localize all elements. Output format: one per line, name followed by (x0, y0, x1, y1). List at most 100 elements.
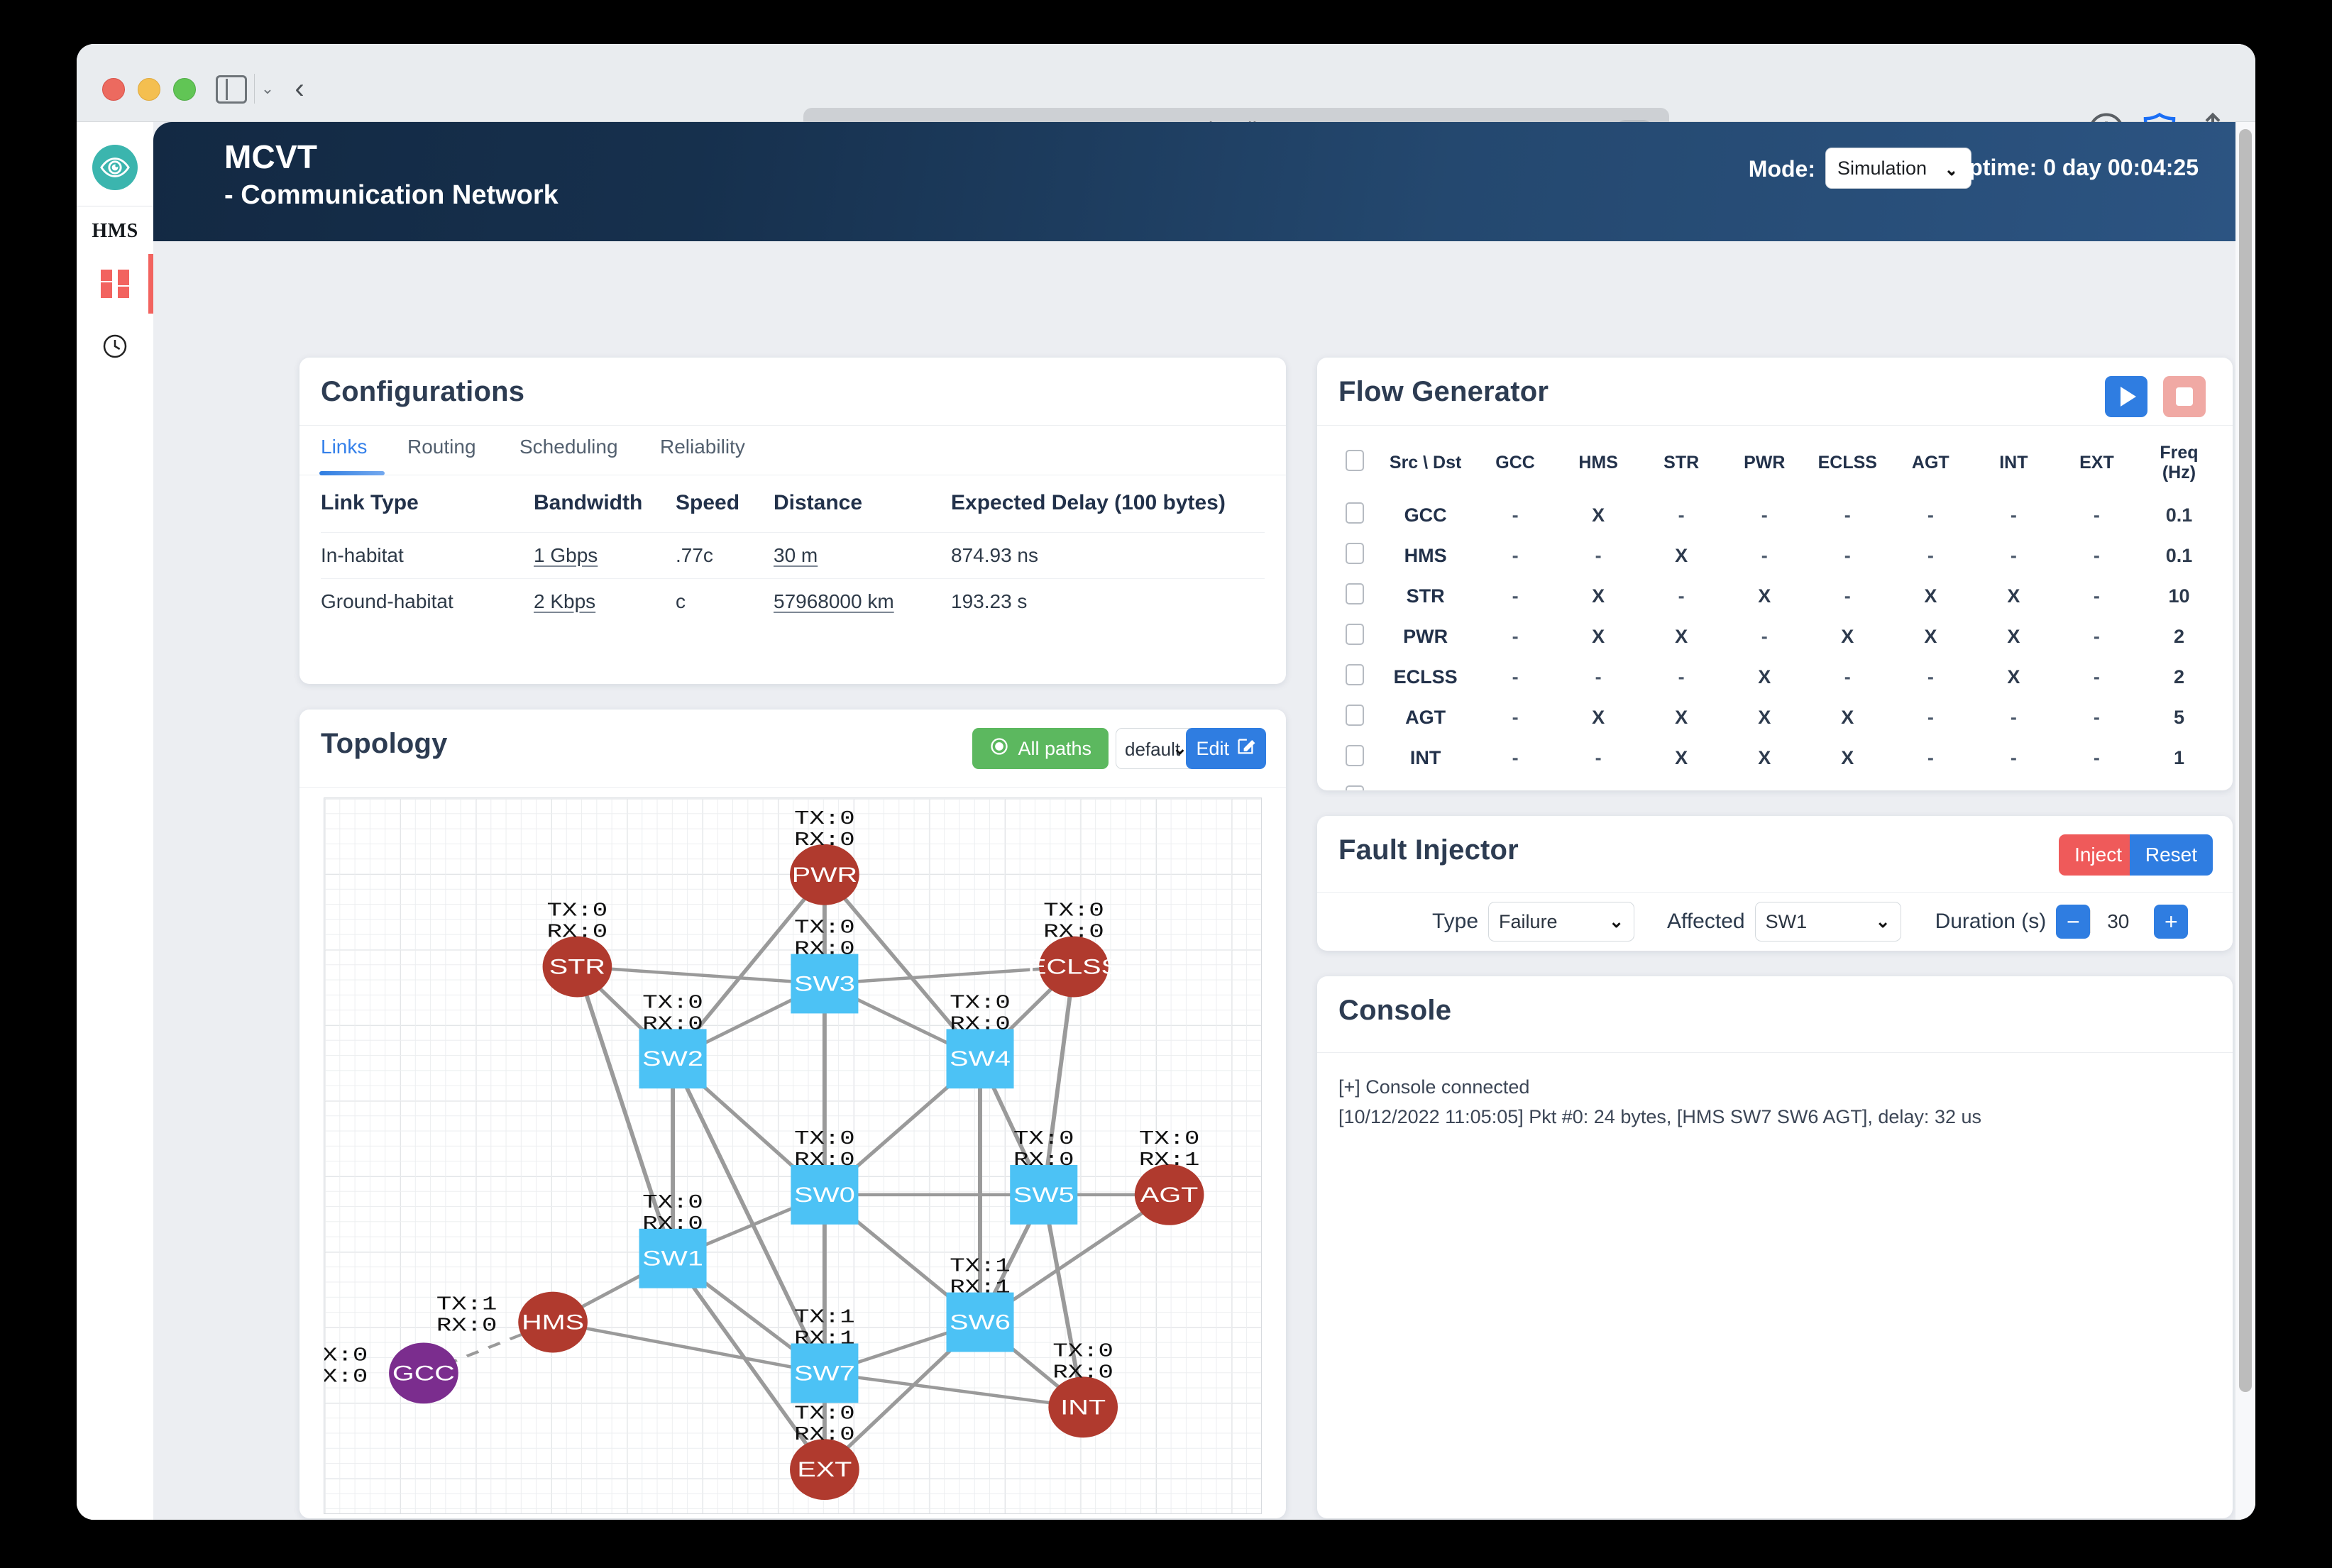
play-button[interactable] (2105, 376, 2147, 417)
cell-str-eclss[interactable]: - (1806, 576, 1889, 617)
cell-eclss-int[interactable]: X (1972, 657, 2055, 697)
cell-pwr-gcc[interactable]: - (1474, 617, 1557, 657)
sidebar-item-history[interactable] (77, 319, 153, 376)
cell-pwr-pwr[interactable]: - (1723, 617, 1806, 657)
cell-gcc-hms[interactable]: X (1557, 495, 1640, 536)
topology-node-SW2[interactable]: SW2 TX:0RX:0 (639, 993, 707, 1089)
cell-int-str[interactable]: X (1640, 738, 1723, 778)
cell-gcc-gcc[interactable]: - (1474, 495, 1557, 536)
cell-gcc-pwr[interactable]: - (1723, 495, 1806, 536)
row-checkbox-hms[interactable] (1346, 543, 1365, 564)
select-all-checkbox[interactable] (1346, 450, 1365, 471)
cell-str-ext[interactable]: - (2055, 576, 2138, 617)
cell-pwr-int[interactable]: X (1972, 617, 2055, 657)
cell-str-int[interactable]: X (1972, 576, 2055, 617)
cell-gcc-int[interactable]: - (1972, 495, 2055, 536)
duration-increment-button[interactable]: + (2154, 905, 2189, 939)
cell-str-hms[interactable]: X (1557, 576, 1640, 617)
cell-agt-str[interactable]: X (1640, 697, 1723, 738)
cell-eclss-agt[interactable]: - (1889, 657, 1972, 697)
cell-pwr-hms[interactable]: X (1557, 617, 1640, 657)
topology-node-STR[interactable]: STR TX:0RX:0 (542, 900, 612, 998)
cell-int-ext[interactable]: - (2055, 738, 2138, 778)
cell-agt-agt[interactable]: - (1889, 697, 1972, 738)
cell-hms-eclss[interactable]: - (1806, 536, 1889, 576)
row-checkbox-agt[interactable] (1346, 705, 1365, 726)
cell-eclss-eclss[interactable]: - (1806, 657, 1889, 697)
cell-eclss-pwr[interactable]: X (1723, 657, 1806, 697)
cell-int-agt[interactable]: - (1889, 738, 1972, 778)
topology-node-SW7[interactable]: SW7 TX:1RX:1 (791, 1307, 859, 1403)
cell-bandwidth[interactable]: 1 Gbps (534, 532, 676, 579)
sidebar-toggle-icon[interactable] (216, 75, 247, 104)
close-window-button[interactable] (102, 78, 125, 101)
cell-pwr-str[interactable]: X (1640, 617, 1723, 657)
cell-agt-eclss[interactable]: X (1806, 697, 1889, 738)
reset-button[interactable]: Reset (2129, 834, 2213, 876)
cell-hms-hms[interactable]: - (1557, 536, 1640, 576)
tab-routing[interactable]: Routing (407, 436, 476, 458)
topology-node-INT[interactable]: INT TX:0RX:0 (1048, 1341, 1118, 1438)
mode-select[interactable]: Simulation ⌄ (1825, 148, 1971, 189)
cell-ext-str[interactable]: X (1640, 778, 1723, 790)
topology-node-SW0[interactable]: SW0 TX:0RX:0 (791, 1129, 859, 1225)
duration-value[interactable]: 30 (2090, 910, 2145, 933)
row-checkbox-pwr[interactable] (1346, 624, 1365, 645)
chevron-down-icon[interactable]: ⌄ (260, 81, 275, 96)
cell-pwr-ext[interactable]: - (2055, 617, 2138, 657)
row-checkbox-eclss[interactable] (1346, 664, 1365, 685)
topology-link-SW7-INT[interactable] (824, 1371, 1084, 1409)
cell-agt-ext[interactable]: - (2055, 697, 2138, 738)
all-paths-button[interactable]: All paths (972, 728, 1109, 769)
fault-affected-select[interactable]: SW1 ⌄ (1754, 902, 1901, 942)
topology-node-PWR[interactable]: PWR TX:0RX:0 (790, 809, 859, 905)
cell-int-pwr[interactable]: X (1723, 738, 1806, 778)
cell-eclss-hms[interactable]: - (1557, 657, 1640, 697)
cell-str-gcc[interactable]: - (1474, 576, 1557, 617)
topology-node-ECLSS[interactable]: ECLSS TX:0RX:0 (1028, 900, 1120, 998)
topology-node-HMS[interactable]: HMS TX:1RX:0 (436, 1291, 588, 1353)
topology-link-HMS-SW7[interactable] (552, 1320, 825, 1375)
cell-eclss-ext[interactable]: - (2055, 657, 2138, 697)
cell-gcc-str[interactable]: - (1640, 495, 1723, 536)
row-checkbox-int[interactable] (1346, 745, 1365, 766)
minimize-window-button[interactable] (138, 78, 160, 101)
topology-node-SW3[interactable]: SW3 TX:0RX:0 (791, 917, 859, 1014)
inject-button[interactable]: Inject (2059, 834, 2138, 876)
cell-int-hms[interactable]: - (1557, 738, 1640, 778)
cell-pwr-eclss[interactable]: X (1806, 617, 1889, 657)
tab-scheduling[interactable]: Scheduling (519, 436, 618, 458)
cell-hms-pwr[interactable]: - (1723, 536, 1806, 576)
cell-hms-agt[interactable]: - (1889, 536, 1972, 576)
cell-int-eclss[interactable]: X (1806, 738, 1889, 778)
topology-node-GCC[interactable]: GCC TX:0RX:0 (324, 1342, 458, 1404)
console-output[interactable]: [+] Console connected [10/12/2022 11:05:… (1317, 1053, 2233, 1518)
cell-hms-str[interactable]: X (1640, 536, 1723, 576)
cell-pwr-agt[interactable]: X (1889, 617, 1972, 657)
cell-ext-eclss[interactable]: X (1806, 778, 1889, 790)
cell-str-pwr[interactable]: X (1723, 576, 1806, 617)
row-checkbox-str[interactable] (1346, 583, 1365, 604)
topology-node-EXT[interactable]: EXT TX:0RX:0 (790, 1403, 859, 1501)
maximize-window-button[interactable] (173, 78, 196, 101)
scrollbar-thumb[interactable] (2239, 129, 2252, 1392)
tab-reliability[interactable]: Reliability (660, 436, 745, 458)
fault-type-select[interactable]: Failure ⌄ (1488, 902, 1635, 942)
cell-eclss-str[interactable]: - (1640, 657, 1723, 697)
cell-ext-pwr[interactable]: X (1723, 778, 1806, 790)
cell-ext-hms[interactable]: - (1557, 778, 1640, 790)
cell-eclss-gcc[interactable]: - (1474, 657, 1557, 697)
duration-decrement-button[interactable]: − (2056, 905, 2091, 939)
cell-bandwidth[interactable]: 2 Kbps (534, 578, 676, 624)
tab-links[interactable]: Links (321, 436, 367, 458)
cell-ext-agt[interactable]: - (1889, 778, 1972, 790)
topology-node-SW1[interactable]: SW1 TX:0RX:0 (639, 1193, 707, 1288)
row-checkbox-gcc[interactable] (1346, 502, 1365, 524)
cell-hms-ext[interactable]: - (2055, 536, 2138, 576)
cell-int-gcc[interactable]: - (1474, 738, 1557, 778)
topology-node-AGT[interactable]: AGT TX:0RX:1 (1134, 1129, 1204, 1225)
cell-int-int[interactable]: - (1972, 738, 2055, 778)
back-button[interactable]: ‹ (287, 74, 312, 104)
cell-str-agt[interactable]: X (1889, 576, 1972, 617)
topology-profile-select[interactable]: default ⌄ (1116, 728, 1195, 769)
